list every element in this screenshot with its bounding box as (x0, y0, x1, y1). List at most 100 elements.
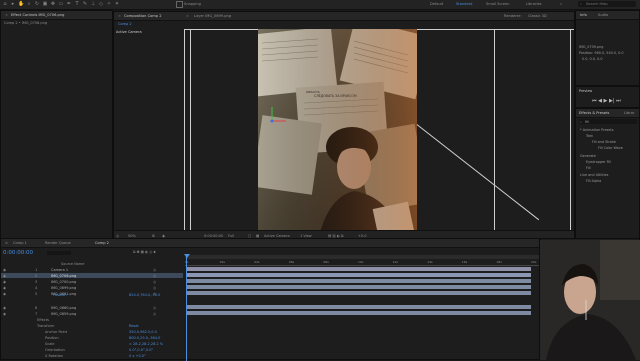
effects-search-input[interactable]: ⌕ fill (579, 119, 637, 124)
layer-name[interactable]: IMG_0700.png (51, 280, 76, 284)
home-icon[interactable]: ⌂ (2, 1, 8, 7)
type-tool-icon[interactable]: T (74, 1, 80, 7)
workspace-default[interactable]: Default (430, 2, 443, 6)
puppet-tool-icon[interactable]: ✶ (114, 1, 120, 7)
tab-composition[interactable]: Composition Comp 2 (124, 14, 162, 18)
visibility-eye-icon[interactable]: ◉ (3, 274, 6, 278)
zoom-tool-icon[interactable]: ⌕ (26, 1, 32, 7)
effects-item[interactable]: Eyedropper Fill (586, 160, 611, 164)
roto-brush-icon[interactable]: ✧ (106, 1, 112, 7)
visibility-eye-icon[interactable]: ◉ (3, 286, 6, 290)
layer-tab-close-icon[interactable]: × (186, 14, 189, 18)
property-label[interactable]: Transform (37, 324, 54, 328)
property-label[interactable]: Anchor Point (45, 330, 67, 334)
layer-duration-bar[interactable] (187, 305, 531, 309)
tab-effects-presets[interactable]: Effects & Presets (579, 111, 609, 115)
camera-tool-icon[interactable]: ▣ (42, 1, 48, 7)
timeline-layer-row[interactable]: ◉ 2 IMG_0706.png ◎ (1, 273, 183, 278)
timeline-layer-row[interactable]: ◉ 3 IMG_0700.png ◎ (1, 279, 183, 284)
timeline-layer-row[interactable]: ◉ 4 IMG_0699.png ◎ (1, 285, 183, 290)
timeline-layer-row[interactable]: ◉ 1 Camera 1 ◎ (1, 267, 183, 272)
rotate-tool-icon[interactable]: ↻ (34, 1, 40, 7)
tab-layer[interactable]: Layer IMG_0699.png (194, 14, 231, 18)
tab-comp-1[interactable]: Comp 1 (13, 241, 27, 245)
renderer-value[interactable]: Classic 3D (528, 14, 547, 18)
timecode[interactable]: 0:00:00:00 (3, 250, 33, 256)
property-value[interactable]: ∞ 28.2,28.2,28.2 % (129, 342, 163, 346)
workspace-small-screen[interactable]: Small Screen (486, 2, 509, 6)
effects-item[interactable]: Fill Color Wave (598, 146, 623, 150)
eraser-tool-icon[interactable]: ◇ (98, 1, 104, 7)
property-value[interactable]: 550.0,962.5,0.0 (129, 330, 157, 334)
effects-item[interactable]: Fill and Stroke (592, 140, 616, 144)
property-label[interactable]: Orientation (45, 348, 65, 352)
composition-canvas[interactable]: СЛЕДОВАТЬ ЗА ИРАКСОМ ОБЛАСТЬ (258, 29, 417, 240)
layer-duration-bar[interactable] (187, 311, 531, 315)
tab-libraries[interactable]: Librar (624, 111, 634, 115)
mask-tool-icon[interactable]: ▭ (58, 1, 64, 7)
visibility-eye-icon[interactable]: ◉ (3, 306, 6, 310)
layer-name[interactable]: Camera 1 (51, 268, 68, 272)
tab-effect-controls[interactable]: Effect Controls IMG_0706.png (11, 13, 64, 17)
tab-comp-2[interactable]: Comp 2 (95, 241, 109, 245)
timeline-layer-row[interactable]: ◉ 6 IMG_0660.png ◎ (1, 305, 183, 310)
close-icon[interactable]: × (5, 13, 8, 17)
parent-pickwhip-icon[interactable]: ◎ (153, 280, 156, 284)
comp-breadcrumb[interactable]: Comp 2 (118, 22, 132, 26)
layer-name[interactable]: IMG_0699.png (51, 286, 76, 290)
layer-duration-bar[interactable] (187, 279, 531, 283)
effects-item[interactable]: Generate (580, 154, 596, 158)
effects-item[interactable]: Fill Alpha (586, 179, 601, 183)
tab-info[interactable]: Info (580, 13, 587, 17)
stamp-tool-icon[interactable]: ⊥ (90, 1, 96, 7)
property-label[interactable]: Effects (37, 318, 49, 322)
visibility-eye-icon[interactable]: ◉ (3, 280, 6, 284)
effects-item[interactable]: Fill (586, 166, 591, 170)
search-help-input[interactable]: ⌕ Search Help (578, 1, 636, 7)
time-ruler[interactable] (185, 265, 539, 266)
pen-tool-icon[interactable]: ✒ (66, 1, 72, 7)
viewer-close-icon[interactable]: × (118, 14, 121, 18)
workspace-standard[interactable]: Standard (456, 2, 472, 6)
layer-duration-bar[interactable] (187, 285, 531, 289)
pan-behind-tool-icon[interactable]: ✥ (50, 1, 56, 7)
playback-controls[interactable]: ⏮ ◀ ▶ ▶| ⏭ (592, 98, 621, 104)
effects-item[interactable]: * Animation Presets (580, 128, 613, 132)
timeline-layer-row[interactable]: ◉ 7 IMG_0659.png ◎ (1, 311, 183, 316)
property-value[interactable]: 800.0,29.0,-364.0 (129, 336, 160, 340)
property-label[interactable]: Position (45, 336, 59, 340)
visibility-eye-icon[interactable]: ◉ (3, 268, 6, 272)
brush-tool-icon[interactable]: ✎ (82, 1, 88, 7)
workspace-menu-icon[interactable]: » (560, 2, 562, 6)
snapping-checkbox[interactable] (176, 1, 183, 8)
effects-item[interactable]: Text (586, 134, 593, 138)
layer-duration-bar[interactable] (187, 273, 531, 277)
parent-pickwhip-icon[interactable]: ◎ (153, 286, 156, 290)
timeline-search-input[interactable] (47, 251, 71, 255)
hand-tool-icon[interactable]: ✋ (18, 1, 24, 7)
layer-name[interactable]: IMG_0660.png (51, 306, 76, 310)
cti-handle[interactable] (184, 254, 190, 258)
property-value[interactable]: 0.0°,0.0°,0.0° (129, 348, 153, 352)
property-label[interactable]: X Rotation (45, 354, 63, 358)
visibility-eye-icon[interactable]: ◉ (3, 312, 6, 316)
parent-pickwhip-icon[interactable]: ◎ (153, 306, 156, 310)
layer-duration-bar[interactable] (187, 291, 531, 295)
workspace-libraries[interactable]: Libraries (526, 2, 542, 6)
parent-pickwhip-icon[interactable]: ◎ (153, 312, 156, 316)
property-value[interactable]: 0 x +0.0° (129, 354, 146, 358)
visibility-eye-icon[interactable]: ◉ (3, 292, 6, 296)
parent-pickwhip-icon[interactable]: ◎ (153, 274, 156, 278)
property-value[interactable]: Reset (129, 324, 139, 328)
layer-name[interactable]: IMG_0706.png (51, 274, 76, 278)
effects-item[interactable]: Line and Utilities (580, 173, 608, 177)
tab-audio[interactable]: Audio (598, 13, 608, 17)
selection-tool-icon[interactable]: ▸ (10, 1, 16, 7)
timeline-switch-icons[interactable]: ⧉ ✽ ▦ ◐ ◎ ⧗ (133, 250, 156, 254)
parent-pickwhip-icon[interactable]: ◎ (153, 268, 156, 272)
tab-render-queue[interactable]: Render Queue (45, 241, 71, 245)
close-icon[interactable]: × (5, 241, 8, 245)
position-value[interactable]: 824.0,764.0,-70.0 (129, 293, 160, 297)
layer-name[interactable]: IMG_0659.png (51, 312, 76, 316)
work-area-bar[interactable] (185, 255, 539, 259)
